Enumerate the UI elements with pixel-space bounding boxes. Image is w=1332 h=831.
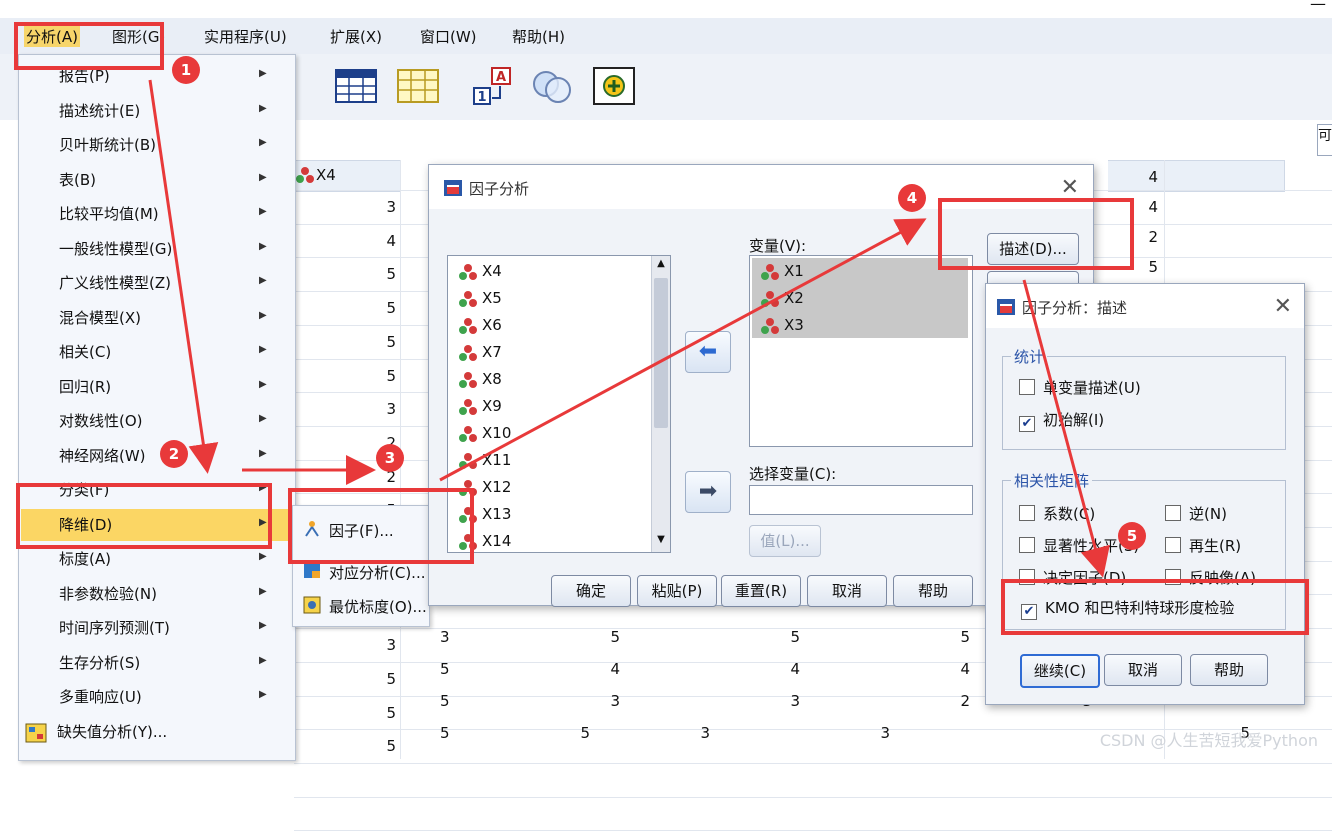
row-divider xyxy=(294,796,1332,798)
annotation-arrows xyxy=(148,79,1110,578)
row-divider xyxy=(294,762,1332,764)
step-badge-5: 5 xyxy=(1118,522,1146,550)
step-badge-2: 2 xyxy=(160,440,188,468)
step-badge-3: 3 xyxy=(376,444,404,472)
watermark: CSDN @人生苦短我爱Python xyxy=(1099,731,1318,750)
step-badge-1: 1 xyxy=(172,56,200,84)
step-badge-4: 4 xyxy=(898,184,926,212)
